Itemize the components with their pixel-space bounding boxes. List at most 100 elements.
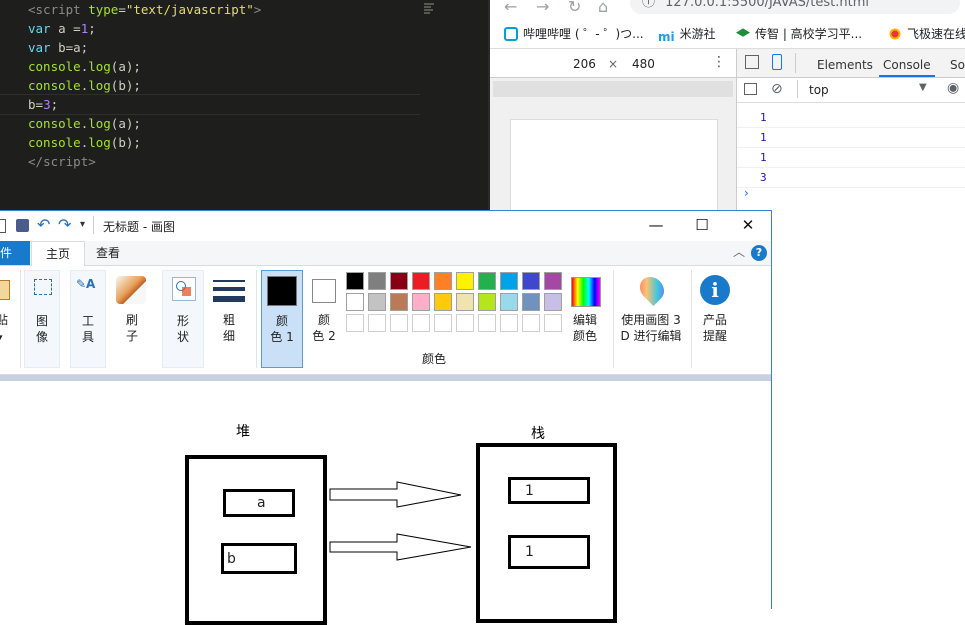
tab-console[interactable]: Console bbox=[879, 49, 935, 77]
more-options-icon[interactable]: ⋮ bbox=[712, 54, 726, 70]
palette-swatch[interactable] bbox=[390, 293, 408, 311]
palette-swatch-empty[interactable] bbox=[544, 314, 562, 332]
eye-icon[interactable]: ◉ bbox=[947, 80, 959, 96]
palette-swatch-empty[interactable] bbox=[522, 314, 540, 332]
brushes-button[interactable]: 刷 子 bbox=[122, 312, 142, 344]
bookmark-feijisu[interactable]: 飞极速在线 bbox=[888, 25, 965, 42]
palette-swatch[interactable] bbox=[412, 272, 430, 290]
forward-icon[interactable]: → bbox=[536, 0, 549, 16]
address-bar[interactable]: ⓘ 127.0.0.1:5500/JAVAS/test.html bbox=[630, 0, 960, 14]
code-line[interactable]: console.log(b); bbox=[28, 76, 141, 95]
color1-selector[interactable]: 颜 色 1 bbox=[261, 270, 303, 368]
palette-swatch-empty[interactable] bbox=[346, 314, 364, 332]
palette-swatch[interactable] bbox=[368, 272, 386, 290]
maximize-button[interactable]: ☐ bbox=[679, 211, 725, 240]
brush-icon[interactable] bbox=[116, 276, 146, 304]
code-line[interactable]: var b=a; bbox=[28, 38, 88, 57]
color-spectrum-icon[interactable] bbox=[571, 277, 601, 307]
image-button[interactable]: 图 像 bbox=[34, 313, 50, 345]
code-editor[interactable]: <script type="text/javascript"> var a =1;… bbox=[0, 0, 488, 210]
palette-swatch[interactable] bbox=[500, 293, 518, 311]
minimize-button[interactable]: — bbox=[633, 211, 679, 240]
redo-icon[interactable]: ↷ bbox=[58, 215, 71, 234]
palette-swatch-empty[interactable] bbox=[434, 314, 452, 332]
minimap[interactable] bbox=[424, 2, 436, 18]
palette-swatch[interactable] bbox=[456, 272, 474, 290]
paint3d-icon[interactable] bbox=[635, 272, 669, 306]
palette-swatch[interactable] bbox=[500, 272, 518, 290]
device-width-input[interactable]: 206 bbox=[573, 57, 596, 71]
home-icon[interactable]: ⌂ bbox=[598, 0, 608, 16]
palette-swatch[interactable] bbox=[478, 272, 496, 290]
size-button[interactable]: 粗 细 bbox=[219, 312, 239, 344]
palette-swatch[interactable] bbox=[544, 293, 562, 311]
bookmark-chuanzhi[interactable]: 传智 | 高校学习平... bbox=[736, 25, 862, 42]
color2-selector[interactable]: 颜 色 2 bbox=[305, 270, 345, 368]
context-selector[interactable]: top bbox=[809, 83, 829, 97]
palette-swatch[interactable] bbox=[434, 272, 452, 290]
tab-elements[interactable]: Elements bbox=[817, 49, 873, 77]
sidebar-toggle-icon[interactable] bbox=[744, 83, 757, 95]
group-divider bbox=[20, 270, 21, 368]
palette-swatch[interactable] bbox=[346, 272, 364, 290]
page-preview[interactable] bbox=[510, 119, 718, 221]
palette-swatch[interactable] bbox=[456, 293, 474, 311]
palette-swatch-empty[interactable] bbox=[390, 314, 408, 332]
select-icon[interactable] bbox=[34, 279, 52, 295]
drawing-canvas[interactable]: 堆 栈 a b 1 1 bbox=[0, 381, 771, 625]
help-icon[interactable]: ? bbox=[751, 245, 767, 261]
inspect-icon[interactable] bbox=[745, 55, 759, 69]
brushes-group: 刷 子 bbox=[112, 270, 152, 368]
shapes-button[interactable]: 形 状 bbox=[173, 313, 193, 345]
palette-swatch[interactable] bbox=[346, 293, 364, 311]
code-line[interactable]: b=3; bbox=[28, 95, 58, 114]
bookmark-bilibili[interactable]: 哔哩哔哩 ( ゜- ゜)つ... bbox=[504, 25, 644, 42]
code-line[interactable]: console.log(b); bbox=[28, 133, 141, 152]
palette-swatch[interactable] bbox=[390, 272, 408, 290]
paste-icon[interactable] bbox=[0, 280, 10, 300]
palette-swatch-empty[interactable] bbox=[456, 314, 474, 332]
clear-console-icon[interactable]: ⊘ bbox=[771, 81, 783, 97]
device-toggle-icon[interactable] bbox=[772, 54, 782, 70]
bookmark-miyoushe[interactable]: mi 米游社 bbox=[658, 25, 716, 44]
close-button[interactable]: ✕ bbox=[725, 211, 771, 240]
tools-button[interactable]: 工 具 bbox=[80, 313, 96, 345]
save-icon[interactable] bbox=[16, 219, 29, 232]
code-line[interactable]: var a =1; bbox=[28, 19, 96, 38]
tab-sources[interactable]: So bbox=[950, 49, 965, 77]
code-line[interactable]: <script type="text/javascript"> bbox=[28, 0, 261, 19]
code-line[interactable]: </script> bbox=[28, 152, 96, 171]
palette-swatch[interactable] bbox=[522, 272, 540, 290]
palette-swatch[interactable] bbox=[434, 293, 452, 311]
shapes-icon[interactable] bbox=[172, 277, 196, 301]
palette-swatch[interactable] bbox=[478, 293, 496, 311]
console-prompt[interactable]: › bbox=[744, 186, 749, 200]
info-icon[interactable]: i bbox=[700, 275, 730, 305]
paint3d-button[interactable]: 使用画图 3 D 进行编辑 bbox=[617, 312, 685, 344]
quick-access-dropdown-icon[interactable]: ▾ bbox=[80, 219, 85, 230]
product-alert-button[interactable]: 产品 提醒 bbox=[696, 312, 734, 344]
tab-file[interactable]: 件 bbox=[0, 241, 30, 265]
palette-swatch-empty[interactable] bbox=[478, 314, 496, 332]
palette-swatch[interactable] bbox=[522, 293, 540, 311]
palette-swatch-empty[interactable] bbox=[500, 314, 518, 332]
code-line[interactable]: console.log(a); bbox=[28, 57, 141, 76]
paste-dropdown-icon[interactable]: ▾ bbox=[0, 330, 3, 346]
palette-swatch-empty[interactable] bbox=[368, 314, 386, 332]
edit-colors-button[interactable]: 编辑 颜色 bbox=[567, 312, 603, 344]
collapse-ribbon-icon[interactable]: ︿ bbox=[733, 243, 745, 260]
reload-icon[interactable]: ↻ bbox=[568, 0, 581, 16]
palette-swatch-empty[interactable] bbox=[412, 314, 430, 332]
palette-swatch[interactable] bbox=[544, 272, 562, 290]
back-icon[interactable]: ← bbox=[504, 0, 517, 16]
device-height-input[interactable]: 480 bbox=[632, 57, 655, 71]
text-tool-icon[interactable]: ✎A bbox=[76, 277, 95, 291]
palette-swatch[interactable] bbox=[412, 293, 430, 311]
undo-icon[interactable]: ↶ bbox=[37, 215, 50, 234]
paste-button[interactable]: 贴 bbox=[0, 312, 8, 328]
tab-view[interactable]: 查看 bbox=[96, 241, 120, 265]
code-line[interactable]: console.log(a); bbox=[28, 114, 141, 133]
tab-home[interactable]: 主页 bbox=[31, 241, 85, 266]
palette-swatch[interactable] bbox=[368, 293, 386, 311]
context-dropdown-icon[interactable]: ▼ bbox=[919, 82, 927, 93]
